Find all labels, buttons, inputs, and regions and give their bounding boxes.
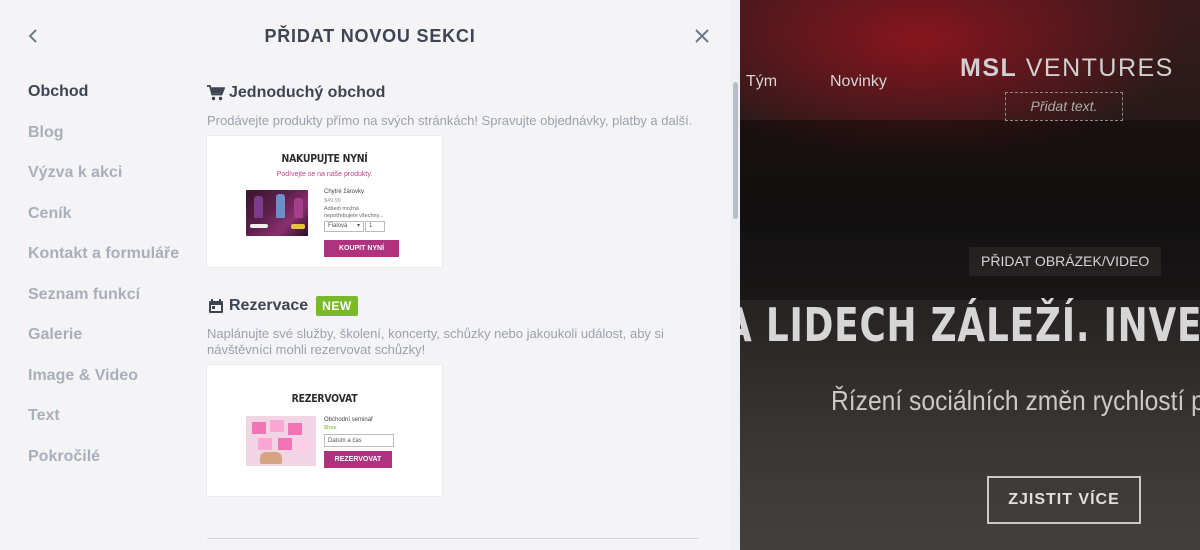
category-item-gallery[interactable]: Galerie	[28, 325, 179, 366]
close-icon	[695, 29, 709, 43]
learn-more-button[interactable]: ZJISTIT VÍCE	[987, 476, 1141, 524]
logo-bold: MSL	[960, 54, 1018, 82]
site-preview: Tým Novinky MSL VENTURES Přidat text. PŘ…	[740, 0, 1200, 550]
section-simple-shop: Jednoduchý obchod Prodávejte produkty př…	[207, 82, 707, 267]
section-list: Jednoduchý obchod Prodávejte produkty př…	[207, 82, 707, 496]
section-description: Prodávejte produkty přímo na svých strán…	[207, 113, 693, 128]
category-item-features[interactable]: Seznam funkcí	[28, 285, 179, 326]
quantity-input[interactable]: 1	[365, 221, 385, 232]
category-item-obchod[interactable]: Obchod	[28, 82, 179, 123]
divider	[207, 538, 699, 539]
category-item-blog[interactable]: Blog	[28, 123, 179, 164]
nav-item-news[interactable]: Novinky	[830, 73, 887, 91]
cart-icon	[207, 85, 225, 101]
category-item-advanced[interactable]: Pokročilé	[28, 447, 179, 488]
section-title: Jednoduchý obchod	[229, 84, 386, 101]
scrollbar-thumb[interactable]	[733, 82, 738, 219]
service-name: Obchodní seminář	[324, 417, 374, 423]
add-section-panel: PŘIDAT NOVOU SEKCI Obchod Blog Výzva k a…	[0, 0, 740, 550]
hero-subheadline: Řízení sociálních změn rychlostí p	[831, 385, 1200, 416]
shop-template-thumbnail[interactable]: NAKUPUJTE NYNÍ Podívejte se na naše prod…	[207, 136, 442, 267]
logo-rest: VENTURES	[1017, 54, 1174, 82]
booking-template-thumbnail[interactable]: REZERVOVAT Obchodní seminář $free Datum …	[207, 365, 442, 496]
category-list: Obchod Blog Výzva k akci Ceník Kontakt a…	[28, 82, 179, 487]
category-item-image-video[interactable]: Image & Video	[28, 366, 179, 407]
book-button[interactable]: REZERVOVAT	[324, 451, 392, 468]
add-media-button[interactable]: PŘIDAT OBRÁZEK/VIDEO	[969, 247, 1162, 276]
variant-value: Fialová	[328, 223, 348, 229]
category-item-cta[interactable]: Výzva k akci	[28, 163, 179, 204]
product-image	[246, 190, 308, 236]
product-price: $49.99	[324, 198, 341, 204]
category-item-text[interactable]: Text	[28, 406, 179, 447]
product-description-2: nepotřebujete všechny...	[324, 213, 384, 219]
new-badge: NEW	[316, 296, 358, 316]
nav-item-team[interactable]: Tým	[746, 73, 777, 91]
booking-image	[246, 416, 316, 466]
category-item-pricing[interactable]: Ceník	[28, 204, 179, 245]
section-title: Rezervace	[229, 297, 309, 314]
variant-select[interactable]: Fialová ▾	[324, 221, 364, 232]
date-time-input[interactable]: Datum a čas	[324, 434, 394, 447]
thumb-heading: REZERVOVAT	[291, 392, 358, 405]
section-booking: Rezervace NEW Naplánujte své služby, ško…	[207, 295, 707, 496]
category-item-contact[interactable]: Kontakt a formuláře	[28, 244, 179, 285]
thumb-heading: NAKUPUJTE NYNÍ	[281, 152, 368, 165]
calendar-icon	[207, 298, 225, 314]
product-description: Adšedi možná	[324, 206, 359, 212]
product-name: Chytré žárovky	[324, 189, 365, 195]
buy-now-button[interactable]: KOUPIT NYNÍ	[324, 240, 399, 257]
panel-title: PŘIDAT NOVOU SEKCI	[264, 26, 476, 46]
section-description: Naplánujte své služby, školení, koncerty…	[207, 326, 664, 357]
thumb-subheading: Podívejte se na naše produkty.	[276, 171, 373, 178]
service-price: $free	[324, 425, 337, 431]
hero-headline: A LIDECH ZÁLEŽÍ. INVESTUJ	[740, 298, 1200, 352]
add-text-placeholder[interactable]: Přidat text.	[1005, 92, 1123, 121]
close-button[interactable]	[690, 24, 714, 48]
site-logo[interactable]: MSL VENTURES	[960, 54, 1174, 83]
